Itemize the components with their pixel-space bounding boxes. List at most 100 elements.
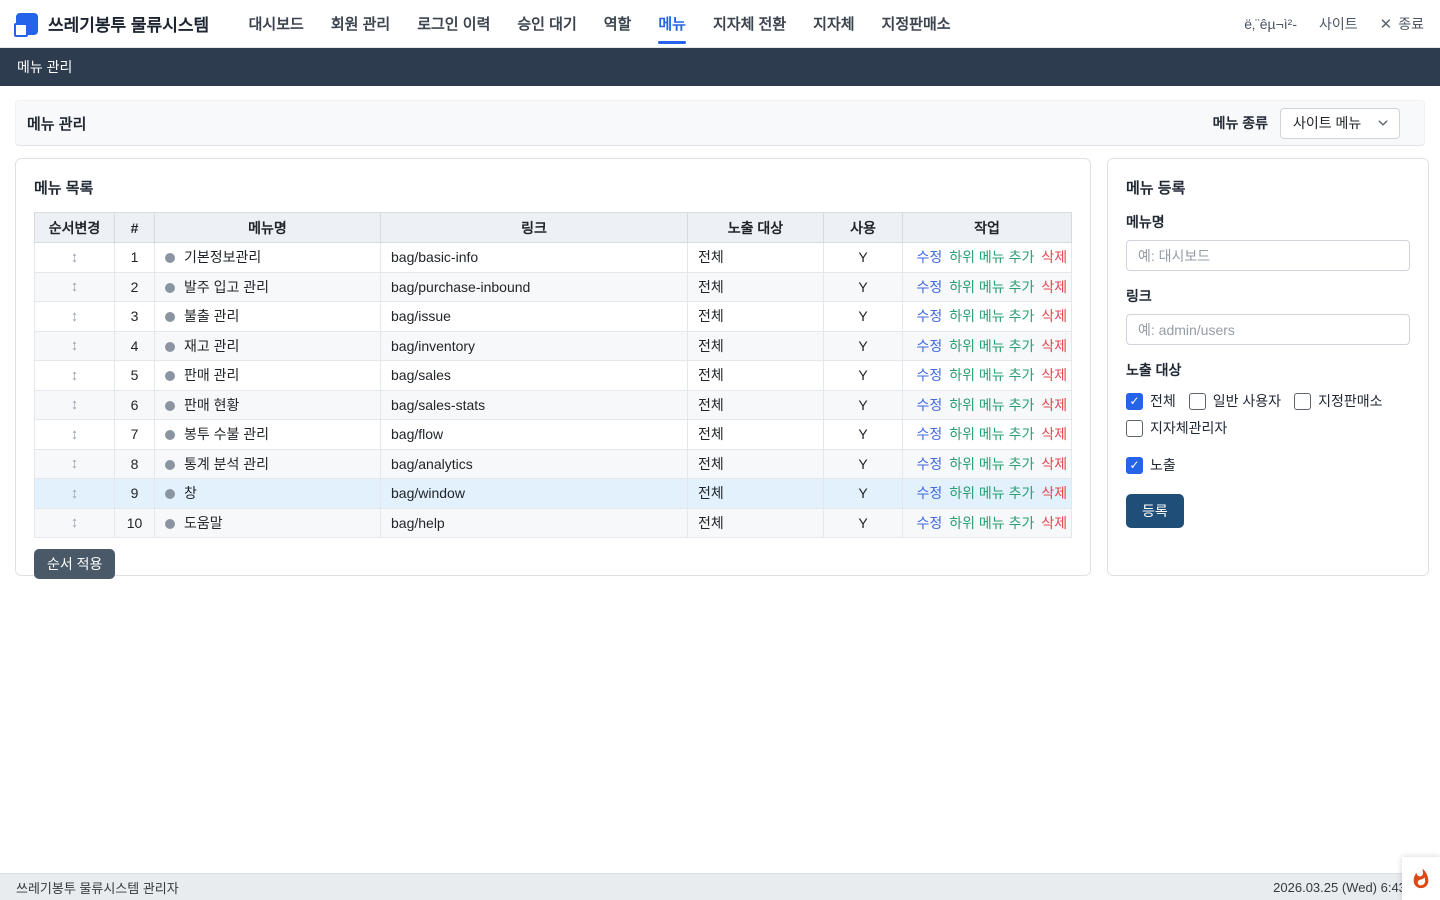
expose-target-options: ✓ 전체 일반 사용자 지정판매소 지자체관리자 xyxy=(1126,391,1410,438)
add-submenu-link[interactable]: 하위 메뉴 추가 xyxy=(949,279,1034,295)
table-row: ↕ 3 불출 관리 bag/issue 전체 Y 수정하위 메뉴 추가삭제 xyxy=(35,302,1072,332)
edit-link[interactable]: 수정 xyxy=(917,456,943,472)
edit-link[interactable]: 수정 xyxy=(917,367,943,383)
app-brand[interactable]: 쓰레기봉투 물류시스템 xyxy=(16,11,209,36)
delete-link[interactable]: 삭제 xyxy=(1041,515,1067,531)
expose-target: 전체 xyxy=(688,449,824,479)
checkbox-option[interactable]: 지자체관리자 xyxy=(1126,418,1227,438)
delete-link[interactable]: 삭제 xyxy=(1041,485,1067,501)
nav-item[interactable]: 지자체 전환 xyxy=(699,0,799,48)
expose-target: 전체 xyxy=(688,361,824,391)
row-number: 7 xyxy=(115,420,155,450)
checkbox-option[interactable]: ✓ 노출 xyxy=(1126,455,1176,475)
main-nav: 대시보드회원 관리로그인 이력승인 대기역할메뉴지자체 전환지자체지정판매소 xyxy=(235,0,964,48)
add-submenu-link[interactable]: 하위 메뉴 추가 xyxy=(949,426,1034,442)
edit-link[interactable]: 수정 xyxy=(917,308,943,324)
menu-name-input[interactable] xyxy=(1126,240,1410,271)
register-button[interactable]: 등록 xyxy=(1126,494,1184,528)
edit-link[interactable]: 수정 xyxy=(917,426,943,442)
sort-handle-icon[interactable]: ↕ xyxy=(71,426,79,443)
nav-item[interactable]: 로그인 이력 xyxy=(404,0,504,48)
nav-item[interactable]: 대시보드 xyxy=(235,0,317,48)
table-row: ↕ 7 봉투 수불 관리 bag/flow 전체 Y 수정하위 메뉴 추가삭제 xyxy=(35,420,1072,450)
menu-link: bag/purchase-inbound xyxy=(381,272,688,302)
content-area: 메뉴 목록 순서변경#메뉴명링크노출 대상사용작업 ↕ 1 기본정보관리 bag… xyxy=(15,158,1425,576)
edit-link[interactable]: 수정 xyxy=(917,515,943,531)
add-submenu-link[interactable]: 하위 메뉴 추가 xyxy=(949,456,1034,472)
delete-link[interactable]: 삭제 xyxy=(1041,249,1067,265)
bullet-dot-icon xyxy=(165,312,175,322)
column-header: 사용 xyxy=(824,213,903,243)
use-flag: Y xyxy=(824,390,903,420)
page-header: 메뉴 관리 메뉴 종류 사이트 메뉴 xyxy=(15,100,1425,146)
delete-link[interactable]: 삭제 xyxy=(1041,397,1067,413)
edit-link[interactable]: 수정 xyxy=(917,279,943,295)
use-flag: Y xyxy=(824,361,903,391)
add-submenu-link[interactable]: 하위 메뉴 추가 xyxy=(949,515,1034,531)
column-header: 순서변경 xyxy=(35,213,115,243)
app-logo-icon xyxy=(16,13,38,35)
column-header: 메뉴명 xyxy=(155,213,381,243)
logout-link[interactable]: ✕ 종료 xyxy=(1380,14,1424,34)
sort-handle-icon[interactable]: ↕ xyxy=(71,278,79,295)
menu-link: bag/analytics xyxy=(381,449,688,479)
edit-link[interactable]: 수정 xyxy=(917,338,943,354)
bullet-dot-icon xyxy=(165,460,175,470)
nav-item[interactable]: 메뉴 xyxy=(645,0,700,48)
top-navbar: 쓰레기봉투 물류시스템 대시보드회원 관리로그인 이력승인 대기역할메뉴지자체 … xyxy=(0,0,1440,48)
debug-toolbar-flame-icon[interactable] xyxy=(1402,857,1440,900)
sort-handle-icon[interactable]: ↕ xyxy=(71,455,79,472)
delete-link[interactable]: 삭제 xyxy=(1041,367,1067,383)
nav-item[interactable]: 역할 xyxy=(590,0,645,48)
table-header-row: 순서변경#메뉴명링크노출 대상사용작업 xyxy=(35,213,1072,243)
checkbox-option[interactable]: ✓ 전체 xyxy=(1126,391,1176,411)
navbar-right: ë‚¨êµ¬ì²- 사이트 ✕ 종료 xyxy=(1244,14,1424,34)
app-title: 쓰레기봉투 물류시스템 xyxy=(48,11,209,36)
sort-handle-icon[interactable]: ↕ xyxy=(71,514,79,531)
add-submenu-link[interactable]: 하위 메뉴 추가 xyxy=(949,338,1034,354)
edit-link[interactable]: 수정 xyxy=(917,397,943,413)
add-submenu-link[interactable]: 하위 메뉴 추가 xyxy=(949,397,1034,413)
sort-handle-icon[interactable]: ↕ xyxy=(71,308,79,325)
add-submenu-link[interactable]: 하위 메뉴 추가 xyxy=(949,367,1034,383)
column-header: # xyxy=(115,213,155,243)
checkbox-icon xyxy=(1294,393,1311,410)
delete-link[interactable]: 삭제 xyxy=(1041,308,1067,324)
page-title: 메뉴 관리 xyxy=(27,113,86,134)
apply-order-button[interactable]: 순서 적용 xyxy=(34,549,115,579)
menu-name: 도움말 xyxy=(184,515,223,531)
row-number: 5 xyxy=(115,361,155,391)
checkbox-option[interactable]: 일반 사용자 xyxy=(1189,391,1281,411)
row-number: 10 xyxy=(115,508,155,538)
menu-type-select[interactable]: 사이트 메뉴 xyxy=(1280,108,1400,139)
menu-name: 판매 현황 xyxy=(184,397,239,413)
edit-link[interactable]: 수정 xyxy=(917,485,943,501)
sort-handle-icon[interactable]: ↕ xyxy=(71,367,79,384)
nav-item[interactable]: 승인 대기 xyxy=(504,0,590,48)
nav-item[interactable]: 지자체 xyxy=(800,0,868,48)
use-flag: Y xyxy=(824,420,903,450)
menu-link-input[interactable] xyxy=(1126,314,1410,345)
footer: 쓰레기봉투 물류시스템 관리자 2026.03.25 (Wed) 6:43:43 xyxy=(0,873,1440,900)
edit-link[interactable]: 수정 xyxy=(917,249,943,265)
sort-handle-icon[interactable]: ↕ xyxy=(71,337,79,354)
nav-item[interactable]: 회원 관리 xyxy=(317,0,403,48)
add-submenu-link[interactable]: 하위 메뉴 추가 xyxy=(949,249,1034,265)
bullet-dot-icon xyxy=(165,283,175,293)
nav-item[interactable]: 지정판매소 xyxy=(868,0,964,48)
add-submenu-link[interactable]: 하위 메뉴 추가 xyxy=(949,308,1034,324)
delete-link[interactable]: 삭제 xyxy=(1041,279,1067,295)
delete-link[interactable]: 삭제 xyxy=(1041,338,1067,354)
delete-link[interactable]: 삭제 xyxy=(1041,426,1067,442)
bullet-dot-icon xyxy=(165,401,175,411)
site-link[interactable]: 사이트 xyxy=(1319,14,1358,34)
use-flag: Y xyxy=(824,449,903,479)
delete-link[interactable]: 삭제 xyxy=(1041,456,1067,472)
checkbox-option[interactable]: 지정판매소 xyxy=(1294,391,1382,411)
add-submenu-link[interactable]: 하위 메뉴 추가 xyxy=(949,485,1034,501)
sort-handle-icon[interactable]: ↕ xyxy=(71,396,79,413)
sort-handle-icon[interactable]: ↕ xyxy=(71,485,79,502)
expose-target: 전체 xyxy=(688,390,824,420)
sort-handle-icon[interactable]: ↕ xyxy=(71,249,79,266)
menu-link: bag/basic-info xyxy=(381,243,688,273)
